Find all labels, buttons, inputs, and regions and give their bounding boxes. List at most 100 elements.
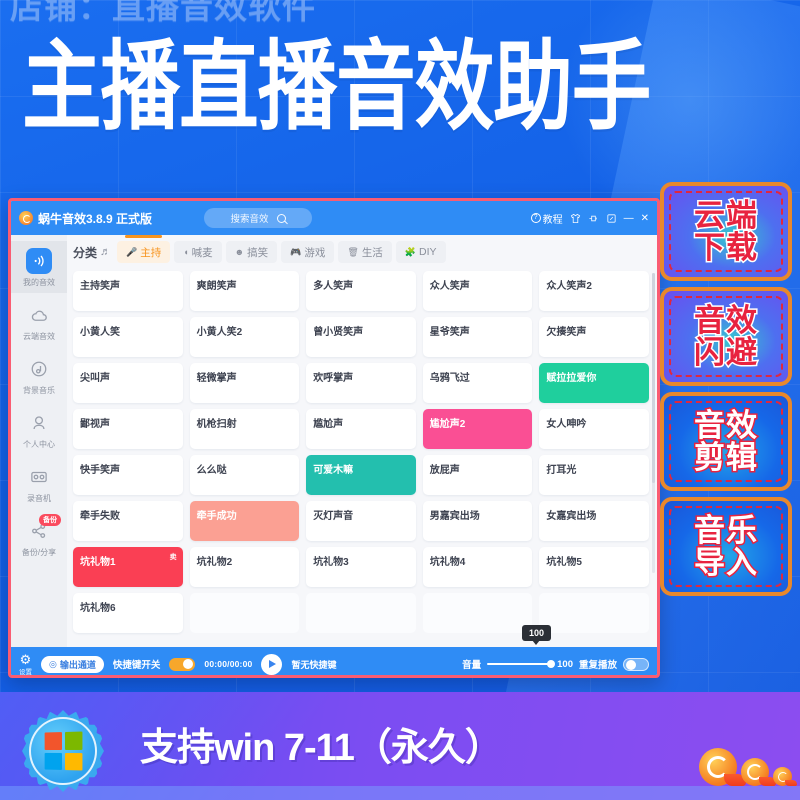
feature-badge: 音效 闪避 — [660, 287, 792, 386]
windows-logo-icon — [44, 731, 83, 771]
expand-icon[interactable] — [606, 213, 617, 224]
hotkey-switch-toggle[interactable] — [169, 657, 196, 671]
settings-label: 设置 — [19, 668, 32, 676]
tutorial-label: 教程 — [542, 214, 563, 226]
tab-label: DIY — [419, 246, 437, 258]
sound-tile[interactable]: 灭灯声音 — [306, 501, 416, 541]
sound-tile[interactable]: 爽朗笑声 — [189, 271, 300, 311]
minimize-button[interactable]: — — [624, 213, 634, 224]
windows-disc — [29, 717, 97, 785]
toggle-knob — [626, 660, 636, 670]
sidebar-item-label: 背景音乐 — [23, 386, 55, 395]
sound-tile[interactable]: 小黄人笑2 — [189, 317, 300, 357]
sound-tile[interactable]: 众人笑声 — [422, 271, 533, 311]
tab-game[interactable]: 🎮 游戏 — [281, 241, 335, 263]
support-text: 支持win 7-11（永久） — [140, 727, 503, 769]
sound-tile[interactable]: 打耳光 — [539, 455, 649, 495]
shirt-icon[interactable] — [570, 213, 581, 224]
sound-tile[interactable]: 男嘉宾出场 — [422, 501, 533, 541]
sound-tile[interactable]: 星爷笑声 — [422, 317, 533, 357]
snail-logo-icon — [19, 211, 33, 225]
sidebar-item-background-music[interactable]: 背景音乐 — [11, 349, 67, 401]
sound-tile[interactable]: 坑礼物4 — [422, 547, 533, 587]
sidebar-item-label: 个人中心 — [23, 440, 55, 449]
sound-tile-label: 男嘉宾出场 — [429, 511, 480, 522]
feature-badge: 云端 下载 — [660, 182, 792, 281]
volume-slider[interactable] — [487, 659, 556, 668]
feature-badge-line: 音效 — [693, 407, 759, 443]
sidebar-item-user-center[interactable]: 个人中心 — [11, 403, 67, 455]
sound-tile[interactable]: 尴尬声 — [306, 409, 416, 449]
backup-badge: 备份 — [39, 514, 61, 526]
sound-tile-label: 曾小贤笑声 — [313, 327, 364, 338]
windows-badge — [22, 710, 104, 792]
sidebar-item-my-sounds[interactable]: 我的音效 — [11, 241, 67, 293]
plug-icon[interactable] — [588, 213, 599, 224]
sound-tile-empty — [306, 593, 416, 633]
sound-tile[interactable]: 机枪扫射 — [189, 409, 300, 449]
sound-tile-label: 坑礼物5 — [546, 557, 582, 568]
sound-tile[interactable]: 坑礼物6 — [73, 593, 183, 633]
snail-logo-small — [773, 767, 797, 786]
tab-host[interactable]: 🎤 主持 — [117, 235, 171, 263]
grid-scrollbar[interactable] — [652, 273, 655, 573]
sound-tile[interactable]: 欠揍笑声 — [539, 317, 649, 357]
sound-tile-label: 可爱木嘛 — [313, 465, 354, 476]
sound-tile-label: 牵手失败 — [80, 511, 120, 522]
sound-tile[interactable]: 坑礼物2 — [189, 547, 300, 587]
sound-tile-label: 坑礼物2 — [196, 557, 233, 568]
sidebar-item-cloud-sounds[interactable]: 云端音效 — [11, 295, 67, 347]
sidebar-item-backup-share[interactable]: 备份 备份/分享 — [11, 511, 67, 563]
sound-tile[interactable]: 可爱木嘛 — [306, 455, 416, 495]
sound-tile[interactable]: 坑礼物5 — [539, 547, 649, 587]
tab-label: 生活 — [361, 246, 383, 259]
smiley-icon: ☻ — [234, 246, 245, 257]
settings-button[interactable]: ⚙ 设置 — [19, 653, 32, 676]
sound-tile[interactable]: 主持笑声 — [73, 271, 183, 311]
sound-tile[interactable]: 乌鸦飞过 — [422, 363, 533, 403]
sound-tile-label: 星爷笑声 — [429, 327, 470, 338]
sound-tile[interactable]: 鄙视声 — [73, 409, 183, 449]
sound-tile-label: 放屁声 — [429, 465, 460, 476]
sound-tile[interactable]: 坑礼物3 — [306, 547, 416, 587]
feature-badge-list: 云端 下载 音效 闪避 音效 剪辑 音乐 导入 — [660, 182, 792, 596]
sound-tile[interactable]: 牵手成功 — [189, 501, 300, 541]
sound-tile[interactable]: 欢呼掌声 — [306, 363, 416, 403]
repeat-toggle[interactable] — [623, 657, 649, 671]
sound-tile[interactable]: 么么哒 — [189, 455, 300, 495]
snail-body — [785, 780, 797, 786]
sound-tile[interactable]: 尖叫声 — [73, 363, 183, 403]
output-channel-button[interactable]: ◎ 输出通道 — [41, 655, 104, 673]
no-hotkey-label: 暂无快捷键 — [291, 659, 337, 670]
sound-tile[interactable]: 女嘉宾出场 — [539, 501, 649, 541]
tutorial-button[interactable]: ? 教程 — [530, 211, 563, 226]
sound-tile[interactable]: 轻微掌声 — [189, 363, 300, 403]
sound-tile[interactable]: 坑礼物1 卖 — [73, 547, 183, 587]
tab-diy[interactable]: 🧩 DIY — [395, 241, 446, 263]
tab-funny[interactable]: ☻ 搞笑 — [225, 241, 278, 263]
tab-label: 游戏 — [304, 246, 326, 259]
volume-group: 音量 100 重复播放 — [462, 657, 649, 671]
user-icon — [26, 410, 52, 436]
sound-tile-label: 牵手成功 — [196, 511, 237, 522]
sound-tile[interactable]: 快手笑声 — [73, 455, 183, 495]
sound-tile[interactable]: 牵手失败 — [73, 501, 183, 541]
tab-shout[interactable]: ◖ 喊麦 — [174, 241, 222, 263]
app-window: 蜗牛音效3.8.9 正式版 搜索音效 ? 教程 — ✕ 我的音效 云端音效 背景… — [8, 198, 660, 678]
volume-slider-knob[interactable] — [547, 659, 556, 668]
search-input[interactable]: 搜索音效 — [204, 208, 313, 228]
tab-life[interactable]: 🗑 生活 — [338, 241, 392, 263]
play-button[interactable] — [261, 653, 283, 675]
sound-tile[interactable]: 曾小贤笑声 — [306, 317, 416, 357]
sidebar-item-recorder[interactable]: 录音机 — [11, 457, 67, 509]
sound-tile[interactable]: 众人笑声2 — [539, 271, 649, 311]
sound-tile[interactable]: 女人呻吟 — [539, 409, 649, 449]
sound-tile[interactable]: 小黄人笑 — [73, 317, 183, 357]
feature-badge-line: 下载 — [693, 229, 759, 265]
snail-logo-group — [699, 748, 797, 786]
sound-tile[interactable]: 放屁声 — [422, 455, 533, 495]
sound-tile[interactable]: 多人笑声 — [306, 271, 416, 311]
sound-tile[interactable]: 赋拉拉爱你 — [539, 363, 649, 403]
sound-tile[interactable]: 尴尬声2 — [422, 409, 533, 449]
close-button[interactable]: ✕ — [641, 213, 649, 224]
